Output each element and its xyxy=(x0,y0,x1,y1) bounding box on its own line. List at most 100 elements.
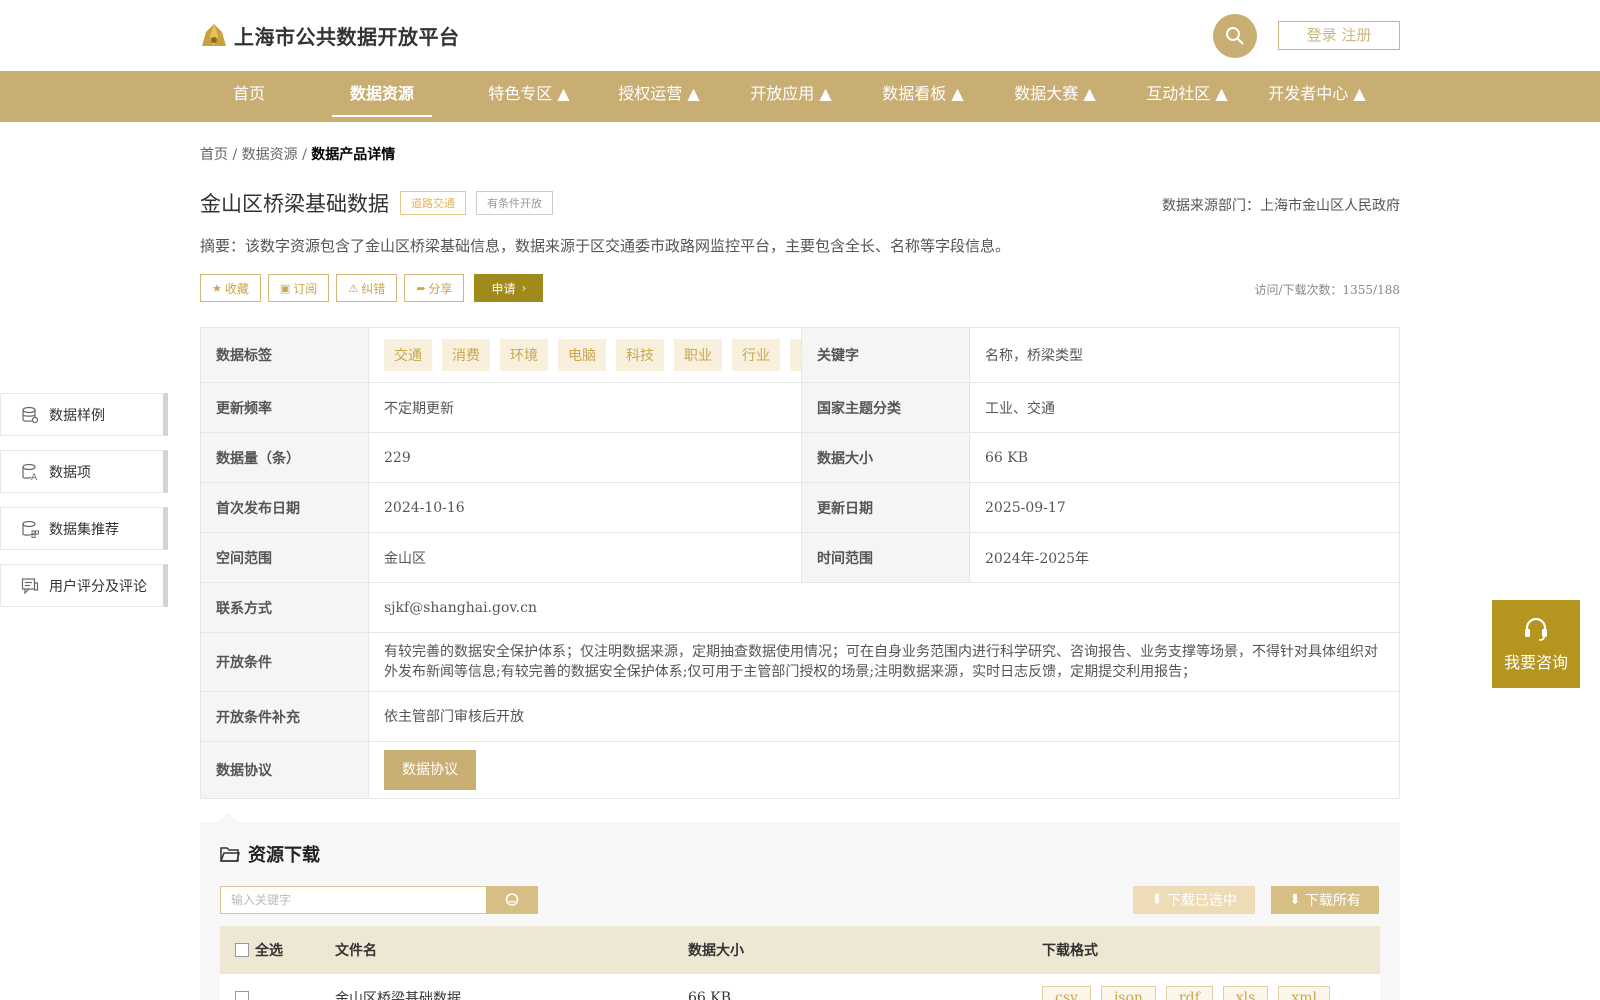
cond-label: 开放条件 xyxy=(201,633,369,691)
download-all-label: 下载所有 xyxy=(1304,893,1361,909)
agreement-button[interactable]: 数据协议 xyxy=(384,750,476,790)
nav-item-developer-center[interactable]: 开发者中心 ▲ xyxy=(1262,71,1372,122)
database-text-icon: A xyxy=(22,463,38,481)
filename-header: 文件名 xyxy=(335,943,377,959)
cond-extra-label: 开放条件补充 xyxy=(201,692,369,741)
info-row: 联系方式 sjkf@shanghai.gov.cn xyxy=(201,583,1399,633)
tag-chip[interactable]: 环境 xyxy=(500,339,548,371)
breadcrumb-current: 数据产品详情 xyxy=(311,147,396,163)
header-search-button[interactable] xyxy=(1213,14,1257,58)
table-row: 金山区桥梁基础数据 66 KB csv json rdf xls xml xyxy=(220,974,1380,1000)
svg-text:A: A xyxy=(31,473,38,481)
agreement-cell: 数据协议 xyxy=(369,742,1399,798)
freq-value: 不定期更新 xyxy=(369,383,802,432)
subscribe-button[interactable]: ▣ 订阅 xyxy=(267,274,330,302)
favorite-button[interactable]: ★ 收藏 xyxy=(200,274,261,302)
nav-item-open-apps[interactable]: 开放应用 ▲ xyxy=(732,71,850,122)
tag-chip[interactable]: 交 xyxy=(790,339,801,371)
download-table-header: 全选 文件名 数据大小 下载格式 xyxy=(220,926,1380,974)
correct-label: 纠错 xyxy=(361,281,386,296)
tags-label: 数据标签 xyxy=(201,328,369,382)
count-label: 数据量（条） xyxy=(201,433,369,482)
breadcrumb-home[interactable]: 首页 xyxy=(200,147,228,163)
tag-chip[interactable]: 消费 xyxy=(442,339,490,371)
download-selected-label: 下载已选中 xyxy=(1166,893,1237,909)
keywords-label: 关键字 xyxy=(802,328,970,382)
keyword-search-input[interactable] xyxy=(220,886,487,914)
product-info-table: 数据标签 交通 消费 环境 电脑 科技 职业 行业 交 关键字 名称，桥梁类型 … xyxy=(200,327,1400,799)
side-item-label: 用户评分及评论 xyxy=(49,578,147,595)
action-bar: ★ 收藏 ▣ 订阅 ⚠ 纠错 ➦ 分享 申请 › xyxy=(200,274,544,302)
side-menu: 数据样例 A 数据项 数据集推荐 用户评分及评论 xyxy=(0,393,168,621)
breadcrumb-resources[interactable]: 数据资源 xyxy=(242,147,298,163)
side-item-label: 数据集推荐 xyxy=(49,521,119,538)
product-title: 金山区桥梁基础数据 xyxy=(200,192,389,216)
tag-chip[interactable]: 行业 xyxy=(732,339,780,371)
info-row: 开放条件补充 依主管部门审核后开放 xyxy=(201,692,1399,742)
format-header: 下载格式 xyxy=(1042,943,1098,959)
info-row: 首次发布日期 2024-10-16 更新日期 2025-09-17 xyxy=(201,483,1399,533)
freq-label: 更新频率 xyxy=(201,383,369,432)
nav-item-community[interactable]: 互动社区 ▲ xyxy=(1128,71,1246,122)
site-logo[interactable]: 上海市公共数据开放平台 xyxy=(200,21,460,50)
download-icon: ⬇ xyxy=(1151,892,1163,908)
download-all-button[interactable]: ⬇ 下载所有 xyxy=(1271,886,1379,914)
login-register-button[interactable]: 登录 注册 xyxy=(1278,21,1400,50)
open-type-tag: 有条件开放 xyxy=(476,191,553,215)
visit-download-count: 访问/下载次数：1355/188 xyxy=(1254,283,1400,297)
side-item-dataset-recommend[interactable]: 数据集推荐 xyxy=(0,507,168,550)
correct-button[interactable]: ⚠ 纠错 xyxy=(336,274,398,302)
side-item-label: 数据样例 xyxy=(49,407,105,424)
select-all-checkbox[interactable] xyxy=(235,943,249,957)
consult-button[interactable]: 我要咨询 xyxy=(1492,600,1580,688)
first-pub-value: 2024-10-16 xyxy=(369,483,802,532)
cond-value: 有较完善的数据安全保护体系；仅注明数据来源，定期抽查数据使用情况；可在自身业务范… xyxy=(384,644,1378,680)
nav-item-authorized-ops[interactable]: 授权运营 ▲ xyxy=(600,71,718,122)
format-json-button[interactable]: json xyxy=(1100,986,1156,1000)
keyword-search-button[interactable] xyxy=(486,886,538,914)
info-row: 空间范围 金山区 时间范围 2024年-2025年 xyxy=(201,533,1399,583)
folder-icon xyxy=(220,847,240,862)
row-size: 66 KB xyxy=(688,990,732,1000)
apply-button[interactable]: 申请 › xyxy=(474,274,544,302)
time-label: 时间范围 xyxy=(802,533,970,582)
info-row: 数据量（条） 229 数据大小 66 KB xyxy=(201,433,1399,483)
format-rdf-button[interactable]: rdf xyxy=(1165,986,1213,1000)
contact-label: 联系方式 xyxy=(201,583,369,632)
tag-chip[interactable]: 电脑 xyxy=(558,339,606,371)
side-item-user-comments[interactable]: 用户评分及评论 xyxy=(0,564,168,607)
row-checkbox[interactable] xyxy=(235,991,249,1000)
nav-item-special-zones[interactable]: 特色专区 ▲ xyxy=(470,71,588,122)
side-item-data-sample[interactable]: 数据样例 xyxy=(0,393,168,436)
apply-label: 申请 xyxy=(491,281,516,296)
theme-label: 国家主题分类 xyxy=(802,383,970,432)
format-xls-button[interactable]: xls xyxy=(1222,986,1269,1000)
download-selected-button[interactable]: ⬇ 下载已选中 xyxy=(1133,886,1255,914)
source-department: 数据来源部门：上海市金山区人民政府 xyxy=(1162,198,1400,214)
tag-chip[interactable]: 科技 xyxy=(616,339,664,371)
space-value: 金山区 xyxy=(369,533,802,582)
main-nav: 首页 数据资源 特色专区 ▲ 授权运营 ▲ 开放应用 ▲ 数据看板 ▲ 数据大赛… xyxy=(0,71,1600,122)
contact-value[interactable]: sjkf@shanghai.gov.cn xyxy=(369,583,1399,632)
logo-emblem-icon xyxy=(200,22,228,50)
share-icon: ➦ xyxy=(416,281,426,295)
nav-item-data-dashboard[interactable]: 数据看板 ▲ xyxy=(864,71,982,122)
format-xml-button[interactable]: xml xyxy=(1278,986,1330,1000)
tag-chip[interactable]: 职业 xyxy=(674,339,722,371)
nav-item-data-contest[interactable]: 数据大赛 ▲ xyxy=(996,71,1114,122)
row-formats: csv json rdf xls xml xyxy=(1042,986,1380,1000)
tags-list: 交通 消费 环境 电脑 科技 职业 行业 交 xyxy=(369,328,802,382)
site-header: 上海市公共数据开放平台 登录 注册 xyxy=(0,0,1600,71)
info-row: 数据协议 数据协议 xyxy=(201,742,1399,798)
nav-item-home[interactable]: 首页 xyxy=(228,71,270,122)
format-csv-button[interactable]: csv xyxy=(1042,986,1091,1000)
size-value: 66 KB xyxy=(985,449,1029,466)
side-item-data-fields[interactable]: A 数据项 xyxy=(0,450,168,493)
share-button[interactable]: ➦ 分享 xyxy=(404,274,465,302)
nav-item-data-resources[interactable]: 数据资源 xyxy=(332,71,432,122)
warning-icon: ⚠ xyxy=(348,281,359,295)
update-value: 2025-09-17 xyxy=(985,499,1066,516)
tag-chip[interactable]: 交通 xyxy=(384,339,432,371)
size-header: 数据大小 xyxy=(688,943,744,959)
consult-label: 我要咨询 xyxy=(1503,653,1568,672)
